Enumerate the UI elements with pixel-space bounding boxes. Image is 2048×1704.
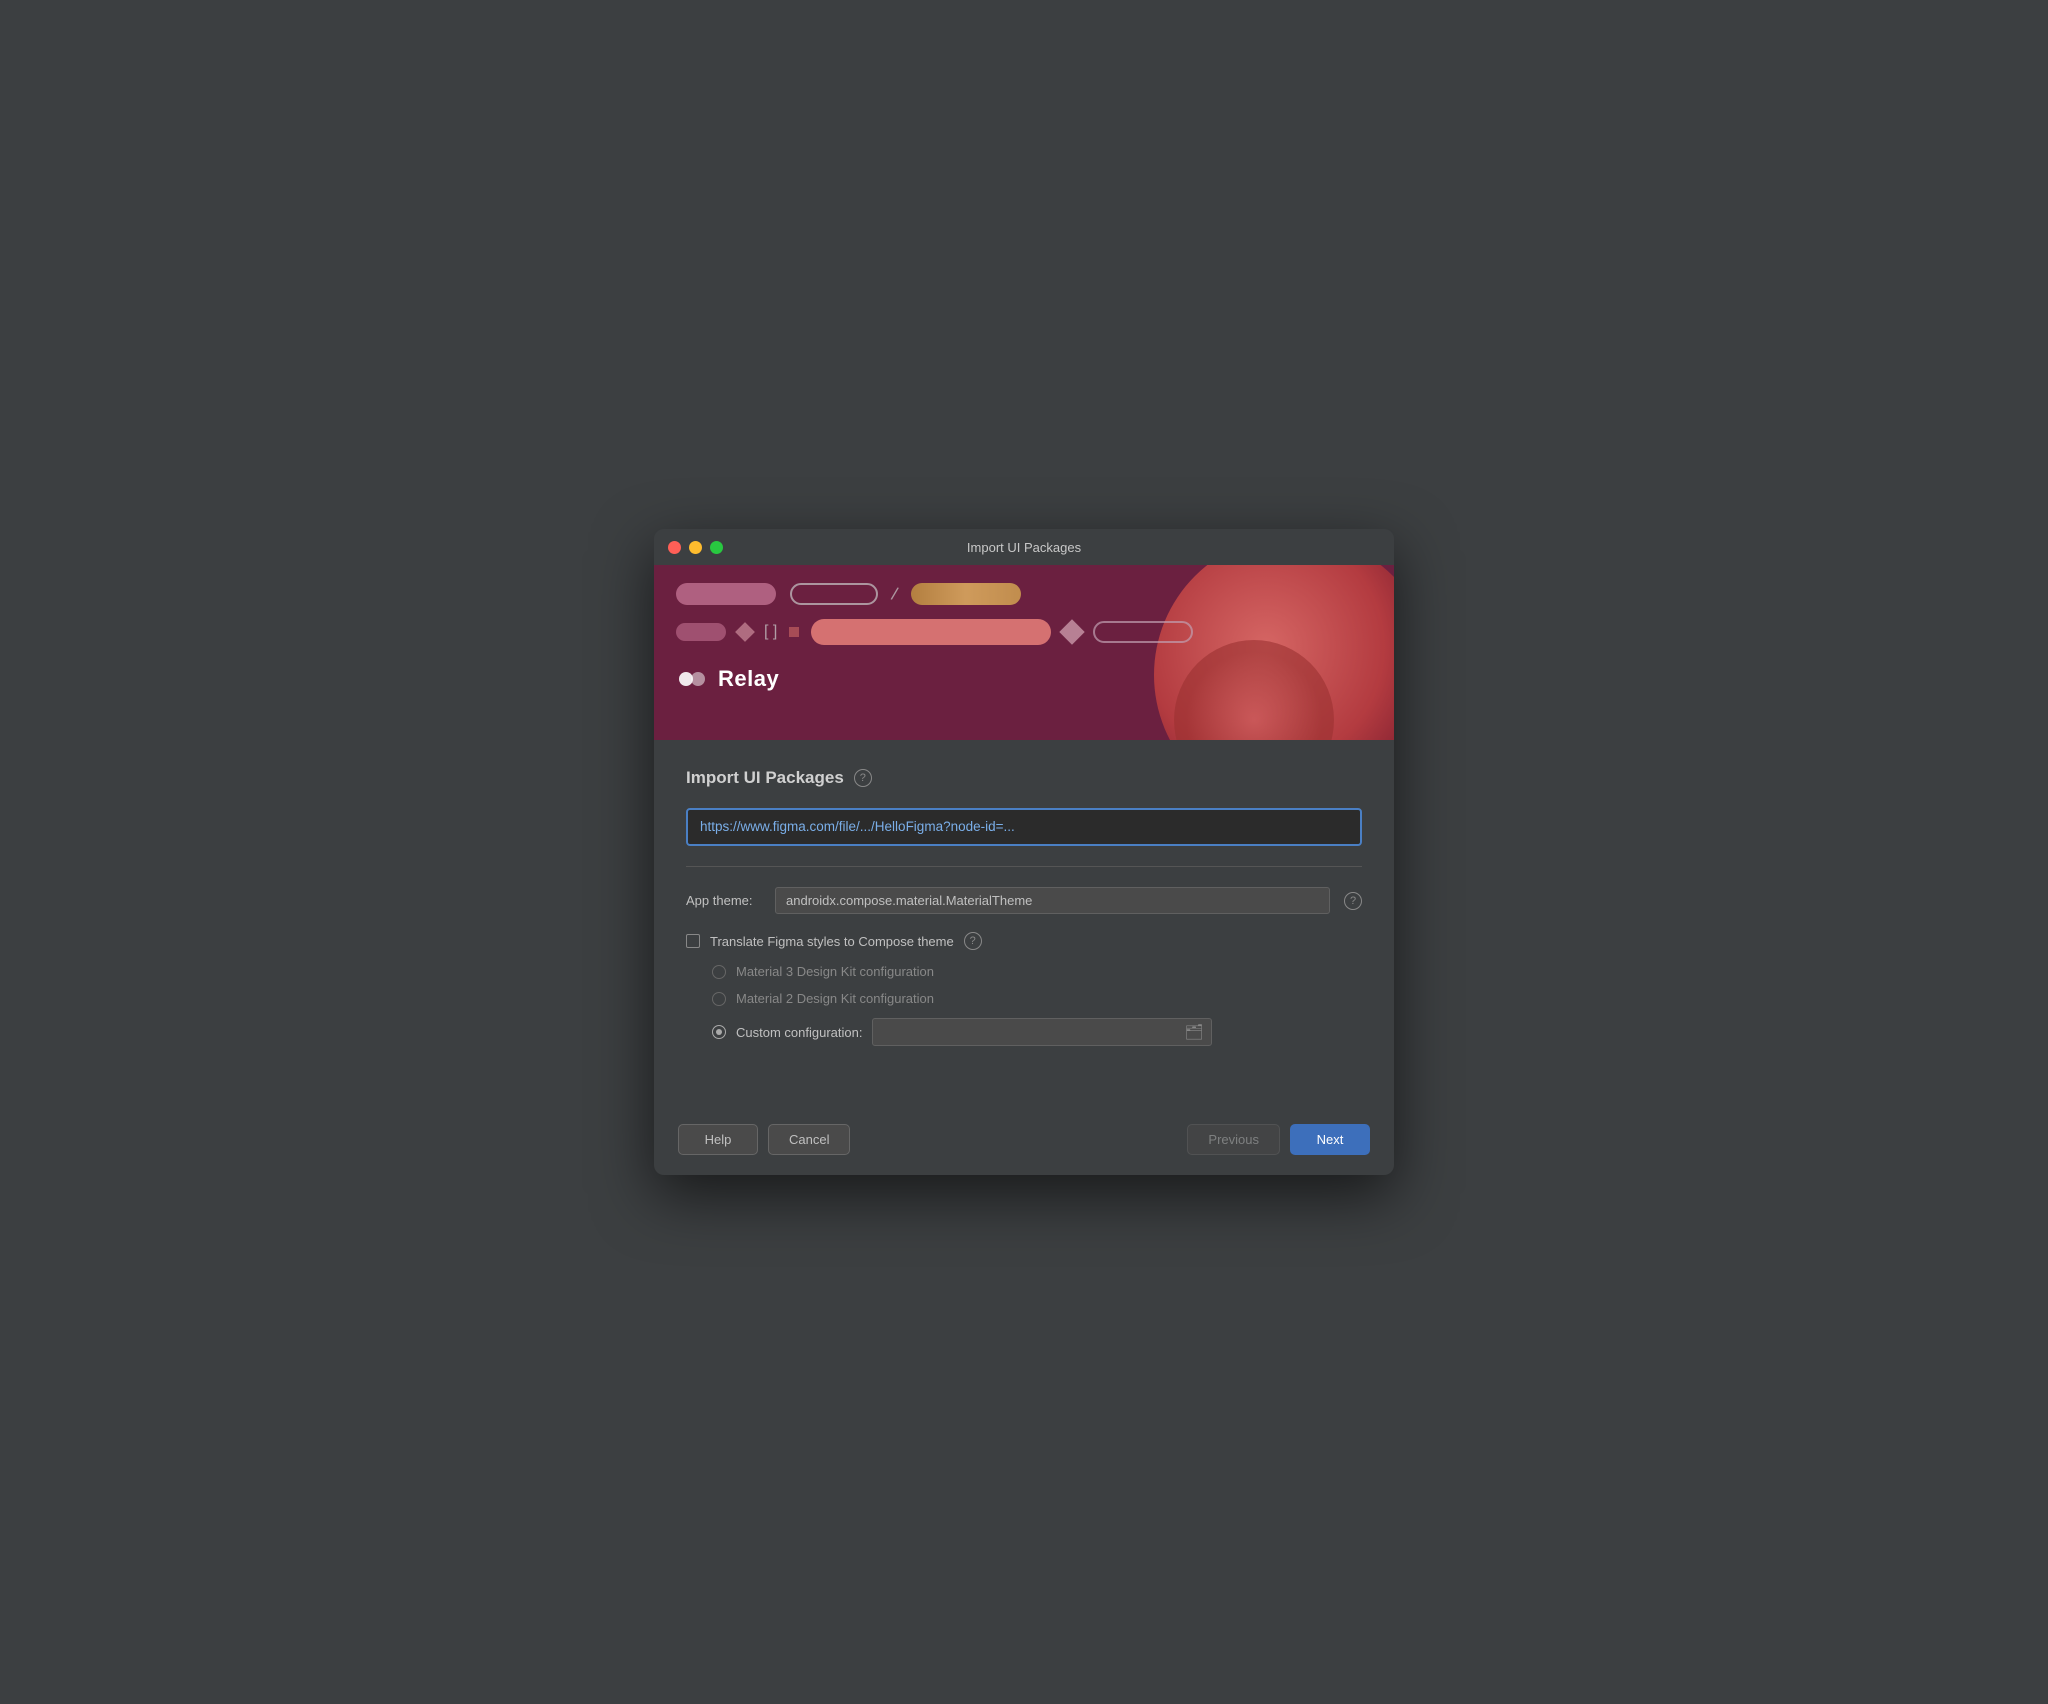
radio-custom-label: Custom configuration: <box>736 1025 862 1040</box>
deco-pill-small <box>676 623 726 641</box>
bottom-bar: Help Cancel Previous Next <box>654 1106 1394 1175</box>
custom-config-input[interactable] <box>881 1025 1184 1040</box>
translate-help-icon[interactable]: ? <box>964 932 982 950</box>
radio-row-custom: Custom configuration: 🗂 <box>712 1018 1362 1046</box>
divider <box>686 866 1362 867</box>
app-theme-help-icon[interactable]: ? <box>1344 892 1362 910</box>
deco-pill-pink <box>676 583 776 605</box>
bottom-right-buttons: Previous Next <box>1187 1124 1370 1155</box>
main-content: Import UI Packages ? App theme: ? Transl… <box>654 740 1394 1066</box>
url-input[interactable] <box>700 819 1348 834</box>
banner-decoration-row1: / <box>676 583 1372 605</box>
url-input-wrapper[interactable] <box>686 808 1362 846</box>
deco-pill-gradient <box>911 583 1021 605</box>
translate-checkbox-label: Translate Figma styles to Compose theme <box>710 934 954 949</box>
banner-decoration-row2: [ ] <box>676 619 1372 645</box>
cancel-button[interactable]: Cancel <box>768 1124 850 1155</box>
radio-material3[interactable] <box>712 965 726 979</box>
deco-pill-salmon <box>811 619 1051 645</box>
radio-material3-label: Material 3 Design Kit configuration <box>736 964 934 979</box>
radio-material2[interactable] <box>712 992 726 1006</box>
deco-diamond2 <box>1060 619 1085 644</box>
next-button[interactable]: Next <box>1290 1124 1370 1155</box>
section-help-icon[interactable]: ? <box>854 769 872 787</box>
bottom-left-buttons: Help Cancel <box>678 1124 850 1155</box>
hero-banner: / [ ] Relay <box>654 565 1394 740</box>
deco-slash: / <box>889 583 899 605</box>
translate-checkbox[interactable] <box>686 934 700 948</box>
radio-custom[interactable] <box>712 1025 726 1039</box>
main-window: Import UI Packages / [ ] <box>654 529 1394 1175</box>
minimize-button[interactable] <box>689 541 702 554</box>
window-title: Import UI Packages <box>967 540 1081 555</box>
folder-browse-icon[interactable]: 🗂 <box>1184 1023 1203 1041</box>
section-title: Import UI Packages <box>686 768 844 788</box>
radio-row-material2: Material 2 Design Kit configuration <box>712 991 1362 1006</box>
section-title-row: Import UI Packages ? <box>686 768 1362 788</box>
window-controls <box>668 541 723 554</box>
app-theme-input[interactable] <box>775 887 1330 914</box>
radio-row-material3: Material 3 Design Kit configuration <box>712 964 1362 979</box>
maximize-button[interactable] <box>710 541 723 554</box>
title-bar: Import UI Packages <box>654 529 1394 565</box>
relay-brand-name: Relay <box>718 666 779 692</box>
deco-pill-outline-sm <box>1093 621 1193 643</box>
app-theme-row: App theme: ? <box>686 887 1362 914</box>
custom-config-input-wrapper[interactable]: 🗂 <box>872 1018 1212 1046</box>
deco-diamond1 <box>735 622 755 642</box>
relay-logo: Relay <box>676 663 1372 695</box>
radio-material2-label: Material 2 Design Kit configuration <box>736 991 934 1006</box>
deco-brackets: [ ] <box>764 623 777 641</box>
help-button[interactable]: Help <box>678 1124 758 1155</box>
close-button[interactable] <box>668 541 681 554</box>
previous-button[interactable]: Previous <box>1187 1124 1280 1155</box>
relay-icon <box>676 663 708 695</box>
translate-checkbox-row: Translate Figma styles to Compose theme … <box>686 932 1362 950</box>
app-theme-label: App theme: <box>686 893 761 908</box>
radio-options-group: Material 3 Design Kit configuration Mate… <box>686 964 1362 1046</box>
deco-pill-outline <box>790 583 878 605</box>
deco-square <box>789 627 799 637</box>
